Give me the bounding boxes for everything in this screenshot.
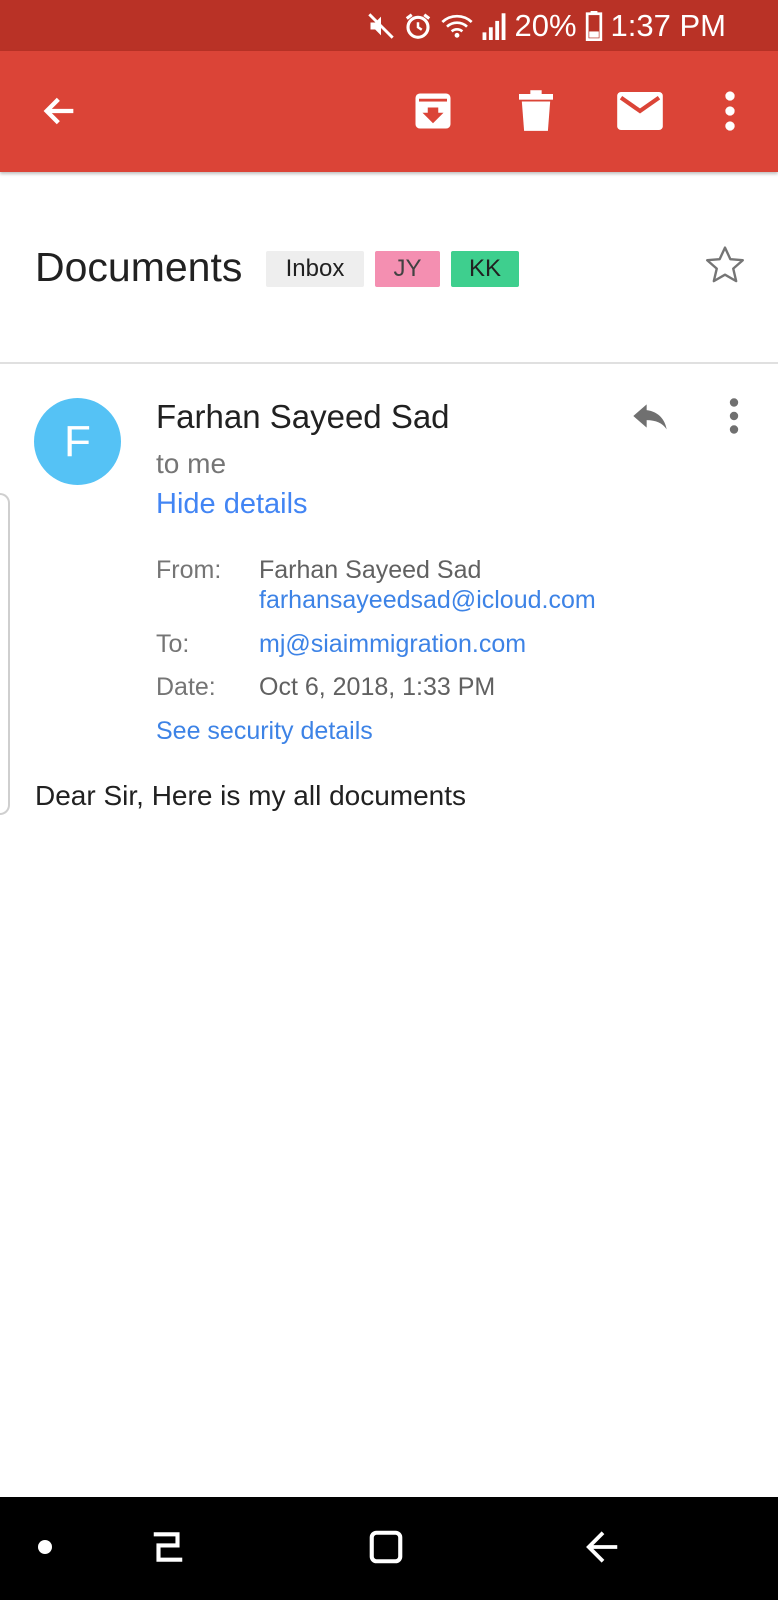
battery-percent: 20% [514, 8, 577, 43]
status-bar: 20% 1:37 PM [0, 0, 778, 51]
navigation-bar [0, 1497, 778, 1600]
label-chip-jy: JY [375, 251, 440, 287]
sender-name: Farhan Sayeed Sad [156, 398, 450, 435]
home-button[interactable] [358, 1522, 414, 1572]
home-icon [369, 1530, 403, 1564]
hide-details-link[interactable]: Hide details [156, 488, 308, 521]
recipient-summary: to me [156, 448, 227, 479]
mark-unread-icon [617, 92, 663, 130]
wifi-icon [440, 14, 473, 38]
more-vert-icon [729, 398, 739, 434]
app-bar [0, 51, 778, 172]
archive-button[interactable] [403, 81, 463, 141]
email-body: Dear Sir, Here is my all documents [35, 780, 467, 811]
delete-button[interactable] [506, 81, 566, 141]
archive-icon [415, 93, 451, 129]
back-button[interactable] [30, 81, 90, 141]
back-arrow-icon [43, 97, 74, 125]
recents-button[interactable] [140, 1522, 196, 1572]
date-label: Date: [156, 673, 216, 701]
star-button[interactable] [700, 240, 750, 290]
subject-row: Documents Inbox JY KK [0, 220, 778, 320]
email-subject: Documents [35, 244, 243, 290]
to-label: To: [156, 630, 190, 658]
battery-icon [585, 11, 602, 41]
mute-icon [367, 13, 394, 39]
mark-unread-button[interactable] [610, 81, 670, 141]
sender-avatar[interactable]: F [34, 398, 121, 485]
label-chip-kk: KK [451, 251, 519, 287]
dot-icon [38, 1540, 52, 1554]
delete-icon [519, 90, 553, 131]
nav-back-button[interactable] [575, 1522, 631, 1572]
status-icons: 20% 1:37 PM [367, 8, 726, 44]
recents-icon [153, 1532, 183, 1562]
more-options-button[interactable] [705, 81, 755, 141]
nav-back-icon [586, 1531, 618, 1563]
edge-panel-handle[interactable] [0, 493, 10, 815]
signal-icon [482, 13, 505, 40]
security-details-link[interactable]: See security details [156, 717, 373, 746]
to-email-link[interactable]: mj@siaimmigration.com [259, 630, 526, 659]
date-value: Oct 6, 2018, 1:33 PM [259, 673, 496, 701]
clock-time: 1:37 PM [610, 8, 726, 43]
nav-dot-button[interactable] [25, 1527, 65, 1567]
star-icon [706, 246, 744, 283]
from-name: Farhan Sayeed Sad [259, 556, 482, 584]
alarm-icon [405, 13, 430, 39]
header-divider [0, 362, 778, 364]
message-more-button[interactable] [716, 392, 752, 440]
reply-button[interactable] [622, 392, 678, 440]
from-email-link[interactable]: farhansayeedsad@icloud.com [259, 586, 596, 615]
reply-icon [633, 404, 667, 430]
from-label: From: [156, 556, 222, 584]
more-vert-icon [725, 91, 735, 131]
label-chip-inbox: Inbox [266, 251, 364, 287]
